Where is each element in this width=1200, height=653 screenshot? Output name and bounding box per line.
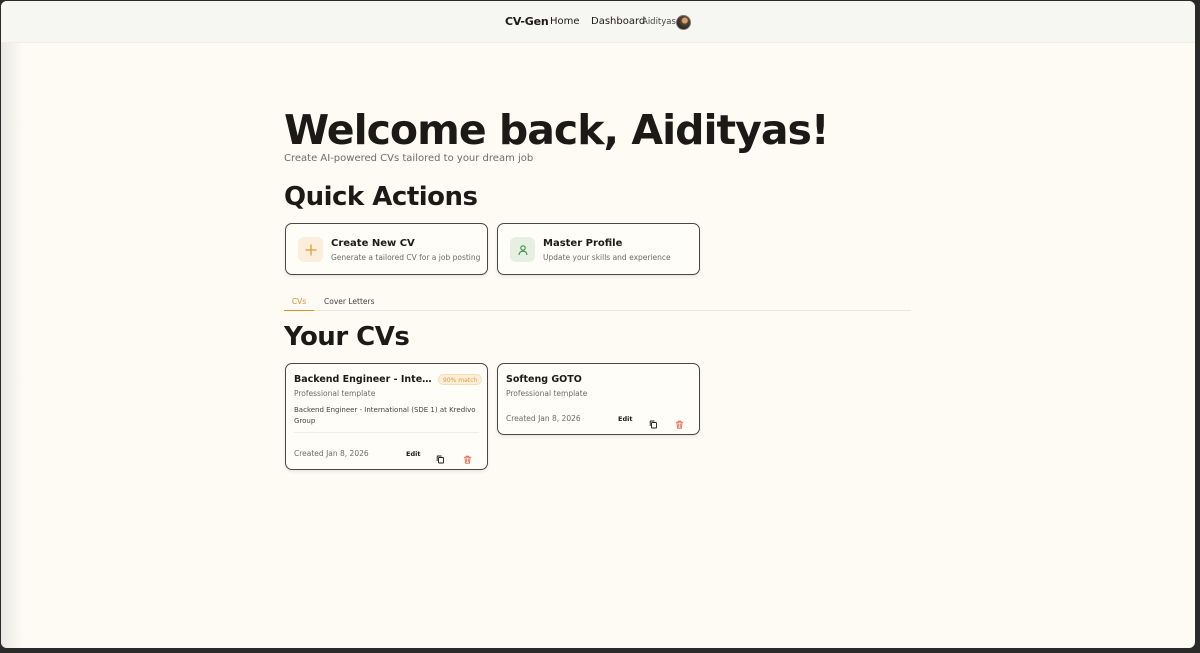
copy-icon[interactable] [649, 414, 658, 429]
your-cvs-heading: Your CVs [284, 322, 410, 352]
nav-link-home[interactable]: Home [550, 16, 580, 27]
brand-logo[interactable]: CV-Gen [505, 15, 549, 28]
quick-actions-heading: Quick Actions [284, 182, 478, 212]
cv-title: Softeng GOTO [506, 374, 582, 385]
create-new-cv-label: Create New CV [331, 238, 415, 249]
page-title: Welcome back, Aidityas! [284, 106, 830, 154]
nav-link-dashboard[interactable]: Dashboard [591, 16, 645, 27]
tab-cvs[interactable]: CVs [284, 297, 314, 311]
top-navbar: CV-Gen Home Dashboard Aidityas [1, 1, 1195, 43]
delete-icon[interactable] [463, 449, 472, 464]
cv-template: Professional template [294, 389, 376, 398]
delete-icon[interactable] [675, 414, 684, 429]
window-shadow [1, 1, 23, 648]
master-profile-description: Update your skills and experience [543, 253, 671, 262]
page-subtitle: Create AI-powered CVs tailored to your d… [284, 153, 534, 164]
cv-created-date: Created Jan 8, 2026 [506, 414, 581, 423]
edit-button[interactable]: Edit [618, 415, 632, 423]
user-name[interactable]: Aidityas [642, 17, 676, 27]
match-badge: 90% match [438, 374, 483, 385]
cv-card[interactable]: Softeng GOTO Professional template Creat… [497, 363, 700, 435]
cv-created-date: Created Jan 8, 2026 [294, 449, 369, 458]
avatar[interactable] [676, 15, 691, 30]
user-icon [510, 237, 535, 262]
cv-title: Backend Engineer - Internatio... [294, 374, 436, 385]
copy-icon[interactable] [436, 449, 445, 464]
master-profile-card[interactable]: Master Profile Update your skills and ex… [497, 223, 700, 275]
plus-icon [298, 237, 323, 262]
divider [294, 432, 479, 433]
tab-cover-letters[interactable]: Cover Letters [324, 297, 375, 310]
content-tabs: CVs Cover Letters [284, 293, 911, 311]
create-new-cv-card[interactable]: Create New CV Generate a tailored CV for… [285, 223, 488, 275]
cv-card[interactable]: Backend Engineer - Internatio... 90% mat… [285, 363, 488, 470]
create-new-cv-description: Generate a tailored CV for a job posting [331, 253, 481, 262]
cv-template: Professional template [506, 389, 588, 398]
edit-button[interactable]: Edit [406, 450, 420, 458]
master-profile-label: Master Profile [543, 238, 623, 249]
app-window: CV-Gen Home Dashboard Aidityas Welcome b… [1, 1, 1195, 648]
cv-description: Backend Engineer - International (SDE 1)… [294, 406, 476, 425]
